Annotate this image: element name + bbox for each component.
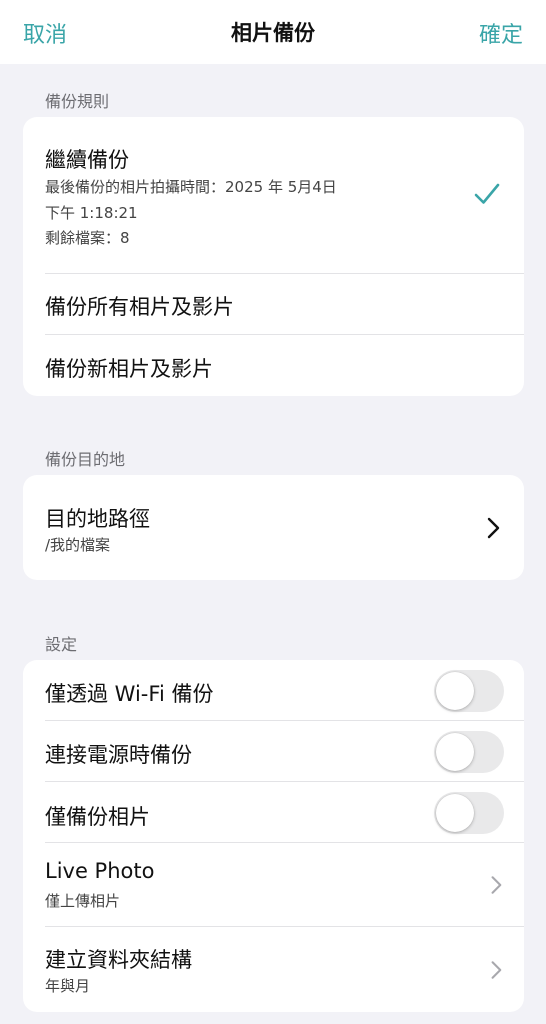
destination-path-label: 目的地路徑	[45, 507, 150, 531]
option-continue-backup[interactable]: 繼續備份 最後備份的相片拍攝時間：2025 年 5月4日 下午 1:18:21 …	[23, 117, 524, 274]
checkmark-icon	[474, 183, 500, 204]
setting-folder-structure-value: 年與月	[45, 977, 91, 995]
backup-rules-card: 繼續備份 最後備份的相片拍攝時間：2025 年 5月4日 下午 1:18:21 …	[23, 117, 524, 396]
remaining-files-text: 剩餘檔案：8	[45, 229, 130, 247]
section-header-destination: 備份目的地	[45, 450, 126, 469]
setting-live-photo[interactable]: Live Photo 僅上傳相片	[23, 843, 524, 927]
setting-photos-only: 僅備份相片	[23, 782, 524, 843]
chevron-right-icon	[491, 961, 502, 979]
setting-folder-structure-label: 建立資料夾結構	[45, 948, 192, 972]
navigation-bar: 取消 相片備份 確定	[0, 0, 546, 64]
chevron-right-icon	[491, 876, 502, 894]
setting-folder-structure[interactable]: 建立資料夾結構 年與月	[23, 927, 524, 1012]
option-continue-backup-label: 繼續備份	[45, 148, 129, 172]
setting-photos-only-label: 僅備份相片	[45, 805, 150, 829]
photos-only-toggle[interactable]	[434, 792, 504, 834]
option-backup-all[interactable]: 備份所有相片及影片	[23, 274, 524, 335]
option-backup-all-label: 備份所有相片及影片	[45, 295, 234, 319]
setting-live-photo-value: 僅上傳相片	[45, 892, 121, 910]
page-title: 相片備份	[231, 21, 315, 45]
toggle-knob	[436, 794, 474, 832]
setting-wifi-only-label: 僅透過 Wi-Fi 備份	[45, 682, 214, 706]
chevron-right-icon	[487, 517, 500, 539]
last-backup-time-text-cont: 下午 1:18:21	[45, 204, 138, 222]
destination-path-value: /我的檔案	[45, 536, 111, 554]
setting-power-only-label: 連接電源時備份	[45, 743, 192, 767]
toggle-knob	[436, 672, 474, 710]
section-header-backup-rules: 備份規則	[45, 92, 110, 111]
confirm-button[interactable]: 確定	[479, 17, 523, 49]
power-only-toggle[interactable]	[434, 731, 504, 773]
setting-power-only: 連接電源時備份	[23, 721, 524, 782]
settings-card: 僅透過 Wi-Fi 備份 連接電源時備份 僅備份相片 Live Photo 僅上…	[23, 660, 524, 1012]
setting-live-photo-label: Live Photo	[45, 859, 155, 883]
wifi-only-toggle[interactable]	[434, 670, 504, 712]
last-backup-time-text: 最後備份的相片拍攝時間：2025 年 5月4日	[45, 178, 337, 196]
setting-wifi-only: 僅透過 Wi-Fi 備份	[23, 660, 524, 721]
destination-path-row[interactable]: 目的地路徑 /我的檔案	[23, 475, 524, 580]
destination-card: 目的地路徑 /我的檔案	[23, 475, 524, 580]
section-header-settings: 設定	[45, 635, 78, 654]
toggle-knob	[436, 733, 474, 771]
option-backup-new[interactable]: 備份新相片及影片	[23, 335, 524, 396]
option-backup-new-label: 備份新相片及影片	[45, 357, 213, 381]
